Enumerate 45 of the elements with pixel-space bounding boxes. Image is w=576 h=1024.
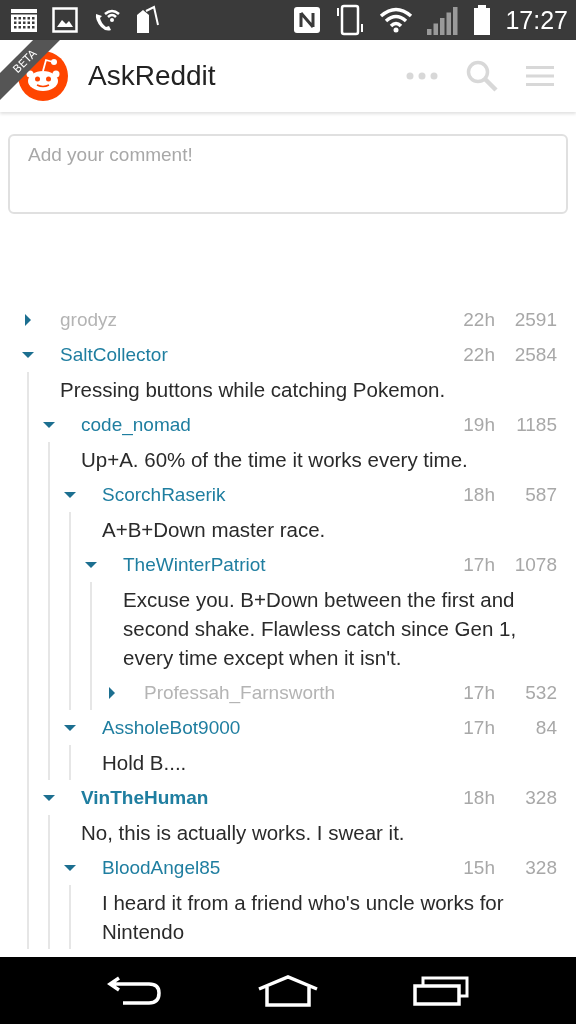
- status-time: 17:27: [505, 5, 568, 35]
- comment-author[interactable]: TheWinterPatriot: [123, 553, 435, 576]
- comment-author[interactable]: SaltCollector: [60, 343, 435, 366]
- comment-score: 532: [524, 681, 557, 704]
- back-icon[interactable]: [107, 975, 163, 1006]
- comment-text: Pressing buttons while catching Pokemon.: [59, 377, 447, 403]
- comment-age: 22h: [462, 343, 495, 366]
- subreddit-title: AskReddit: [88, 60, 217, 92]
- signal-icon: [427, 5, 460, 35]
- vibrate-icon: [335, 4, 366, 36]
- comment-score: 84: [534, 716, 557, 739]
- comment-score: 2591: [513, 308, 557, 331]
- nfc-icon: [293, 6, 322, 34]
- battery-icon: [473, 5, 492, 35]
- home-icon[interactable]: [257, 974, 319, 1007]
- comment-age: 18h: [462, 483, 495, 506]
- comment-text: Up+A. 60% of the time it works every time.: [80, 447, 469, 473]
- comment-text: Hold B....: [101, 750, 188, 776]
- image-icon: [52, 7, 78, 33]
- wifi-icon: [379, 6, 414, 34]
- comment-author[interactable]: AssholeBot9000: [102, 716, 435, 739]
- calendar-icon: [10, 7, 38, 33]
- comment-author[interactable]: BloodAngel85: [102, 856, 435, 879]
- comment-author[interactable]: VinTheHuman: [81, 786, 435, 809]
- comment-score: 2584: [513, 343, 557, 366]
- comment-age: 18h: [462, 786, 495, 809]
- recent-apps-icon[interactable]: [413, 975, 469, 1006]
- comment-age: 22h: [462, 308, 495, 331]
- comment-score: 1078: [513, 553, 557, 576]
- comment-text: A+B+Down master race.: [101, 517, 327, 543]
- comment-age: 19h: [462, 413, 495, 436]
- comment-score: 328: [524, 856, 557, 879]
- comment-text: Excuse you. B+Down between the first and second shake. Flawless catch since Gen 1, every time except when it isn't.: [122, 587, 518, 671]
- comment-age: 17h: [462, 553, 495, 576]
- comment-text: No, this is actually works. I swear it.: [80, 820, 406, 846]
- comment-text: I heard it from a friend who's uncle works for Nintendo: [101, 890, 505, 945]
- comment-author[interactable]: code_nomad: [81, 413, 435, 436]
- comment-score: 328: [524, 786, 557, 809]
- comment-age: 17h: [462, 681, 495, 704]
- comment-age: 15h: [462, 856, 495, 879]
- comment-age: 17h: [462, 716, 495, 739]
- comment-author[interactable]: ScorchRaserik: [102, 483, 435, 506]
- comment-score: 587: [524, 483, 557, 506]
- comment-input-field[interactable]: Add your comment!: [8, 134, 568, 214]
- comment-score: 1185: [515, 413, 557, 436]
